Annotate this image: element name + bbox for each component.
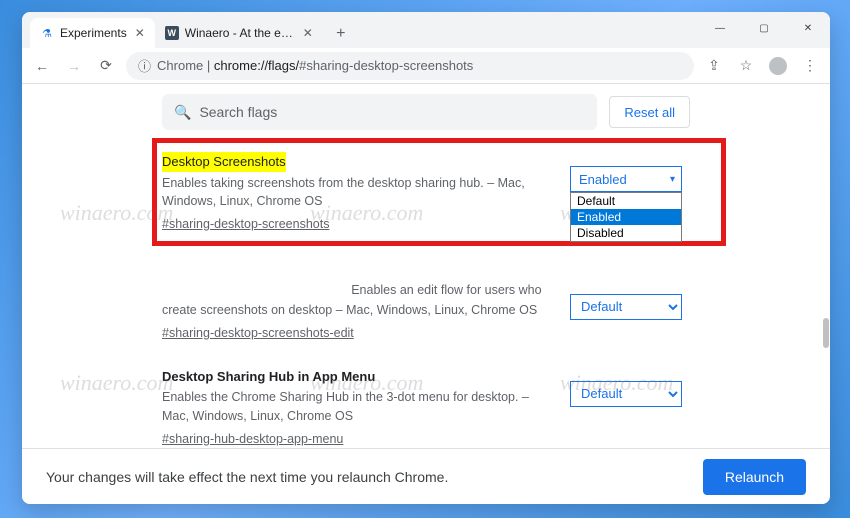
new-tab-button[interactable]: + [327, 20, 355, 48]
flag-dropdown-open[interactable]: Enabled Default Enabled Disabled [570, 166, 682, 192]
flag-dropdown-value[interactable]: Enabled [570, 166, 682, 192]
flag-description: Enables taking screenshots from the desk… [162, 176, 525, 209]
search-input[interactable]: 🔍 Search flags [162, 94, 597, 130]
close-window-button[interactable]: ✕ [786, 12, 830, 44]
flags-search-bar: 🔍 Search flags Reset all [22, 84, 830, 138]
omnibox-origin: Chrome | chrome://flags/#sharing-desktop… [157, 58, 473, 73]
dropdown-option-disabled[interactable]: Disabled [571, 225, 681, 241]
flask-icon: ⚗ [40, 26, 54, 40]
flag-description: Enables an edit flow for users who creat… [162, 283, 542, 318]
tab-title: Experiments [60, 26, 127, 40]
omnibox[interactable]: ⓘ Chrome | chrome://flags/#sharing-deskt… [126, 52, 694, 80]
tab-title: Winaero - At the edge of tweak [185, 26, 295, 40]
relaunch-message: Your changes will take effect the next t… [46, 469, 448, 485]
back-button[interactable]: ← [30, 54, 54, 78]
close-icon[interactable]: ✕ [303, 26, 313, 40]
site-info-icon[interactable]: ⓘ [138, 56, 151, 75]
flag-dropdown[interactable]: Default [570, 381, 682, 407]
flag-anchor-link[interactable]: #sharing-hub-desktop-app-menu [162, 430, 343, 448]
tab-strip: ⚗ Experiments ✕ W Winaero - At the edge … [22, 12, 698, 48]
flag-anchor-link[interactable]: #sharing-desktop-screenshots-edit [162, 324, 354, 343]
search-placeholder: Search flags [199, 104, 277, 120]
flag-title: Desktop Screenshots [162, 152, 286, 172]
flags-list: Desktop Screenshots Enables taking scree… [22, 138, 830, 448]
titlebar: ⚗ Experiments ✕ W Winaero - At the edge … [22, 12, 830, 48]
flag-anchor-link[interactable]: #sharing-desktop-screenshots [162, 215, 329, 234]
toolbar: ← → ⟳ ⓘ Chrome | chrome://flags/#sharing… [22, 48, 830, 84]
share-icon[interactable]: ⇪ [702, 54, 726, 78]
reload-button[interactable]: ⟳ [94, 54, 118, 78]
relaunch-button[interactable]: Relaunch [703, 459, 806, 495]
flag-item: Desktop Screenshots Edit Mode Enables an… [162, 266, 690, 353]
flag-description: Enables the Chrome Sharing Hub in the 3-… [162, 390, 529, 423]
tab-experiments[interactable]: ⚗ Experiments ✕ [30, 18, 155, 48]
flag-dropdown[interactable]: Default [570, 294, 682, 320]
window-controls: — ▢ ✕ [698, 12, 830, 44]
dropdown-list: Default Enabled Disabled [570, 192, 682, 242]
flag-item: Desktop Sharing Hub in App Menu Enables … [162, 353, 690, 448]
minimize-button[interactable]: — [698, 12, 742, 44]
content-area: 🔍 Search flags Reset all Desktop Screens… [22, 84, 830, 504]
scrollbar-thumb[interactable] [823, 318, 829, 348]
flag-title: Desktop Sharing Hub in App Menu [162, 367, 375, 387]
tab-winaero[interactable]: W Winaero - At the edge of tweak ✕ [155, 18, 323, 48]
dropdown-option-default[interactable]: Default [571, 193, 681, 209]
profile-avatar[interactable] [766, 54, 790, 78]
relaunch-bar: Your changes will take effect the next t… [22, 448, 830, 504]
bookmark-icon[interactable]: ☆ [734, 54, 758, 78]
menu-icon[interactable]: ⋮ [798, 54, 822, 78]
site-favicon: W [165, 26, 179, 40]
flag-item: Desktop Screenshots Enables taking scree… [162, 138, 690, 244]
forward-button[interactable]: → [62, 54, 86, 78]
browser-window: ⚗ Experiments ✕ W Winaero - At the edge … [22, 12, 830, 504]
search-icon: 🔍 [174, 104, 191, 121]
maximize-button[interactable]: ▢ [742, 12, 786, 44]
dropdown-option-enabled[interactable]: Enabled [571, 209, 681, 225]
reset-all-button[interactable]: Reset all [609, 96, 690, 128]
close-icon[interactable]: ✕ [135, 26, 145, 40]
